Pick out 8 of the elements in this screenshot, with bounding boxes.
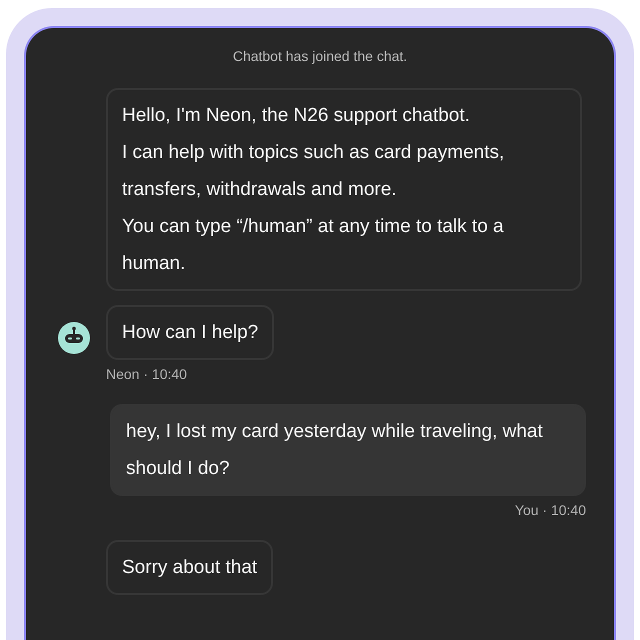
robot-avatar-icon: [58, 322, 90, 354]
system-message: Chatbot has joined the chat.: [232, 48, 408, 64]
message-bubble: How can I help?: [106, 305, 274, 360]
message-meta: Neon · 10:40: [106, 366, 187, 382]
message-bubble: Sorry about that: [106, 540, 274, 595]
message-meta: You · 10:40: [514, 502, 586, 518]
message-bubble: Hello, I'm Neon, the N26 support chatbot. I can help with topics such as card payments, transfers, withdrawals and more. You can type “/human” at any time to talk to a human.: [106, 88, 582, 291]
message-bubble: hey, I lost my card yesterday while traveling, what should I do?: [110, 404, 586, 496]
